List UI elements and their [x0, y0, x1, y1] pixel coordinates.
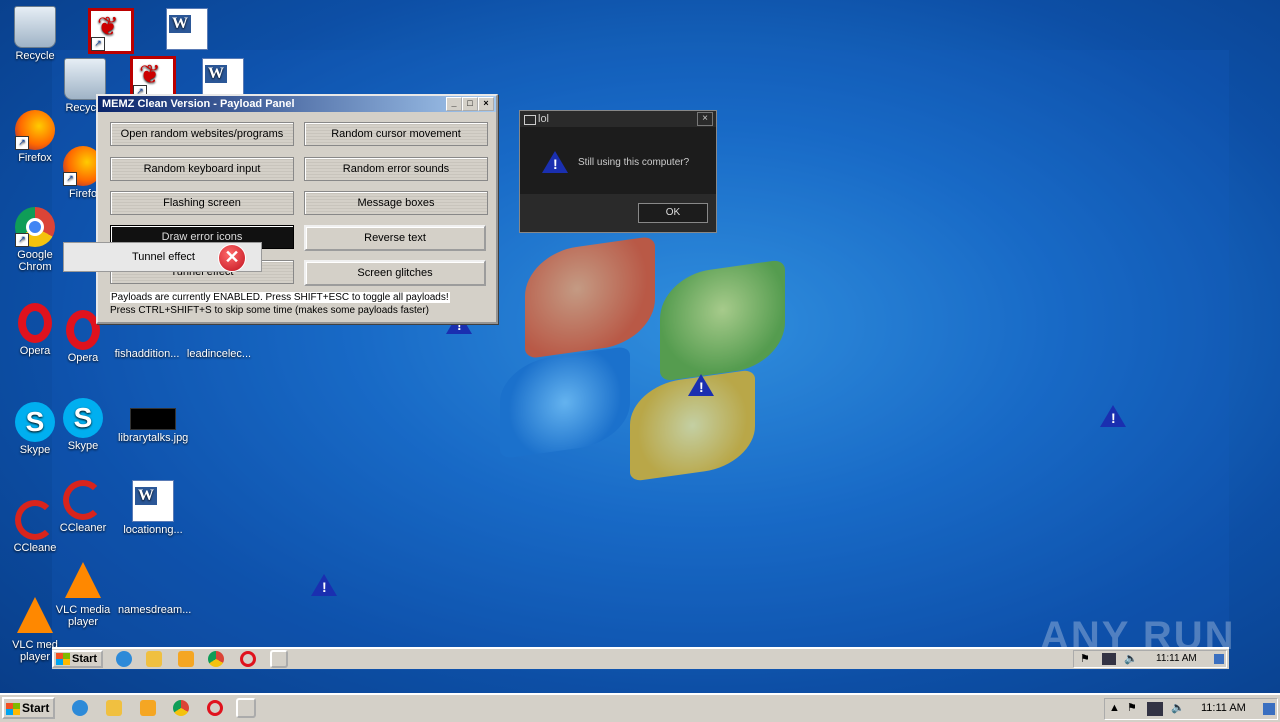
status-text-line-1: Payloads are currently ENABLED. Press SH…	[110, 292, 450, 303]
desktop-icon-pdf[interactable]: ↗	[76, 8, 146, 56]
lol-message-dialog: lol × Still using this computer? OK	[519, 110, 717, 233]
lol-dialog-title: lol	[538, 113, 550, 125]
vlc-icon	[65, 562, 101, 598]
payload-screen-glitches-button[interactable]: Screen glitches	[304, 260, 486, 286]
opera-icon	[18, 303, 52, 343]
opera-icon[interactable]	[207, 700, 223, 716]
payload-reverse-text-button[interactable]: Reverse text	[304, 225, 486, 251]
start-label: Start	[22, 701, 50, 715]
inner-icon-ccleaner[interactable]: CCleaner	[48, 480, 118, 534]
pdf-icon: ↗	[88, 8, 134, 54]
start-label: Start	[72, 653, 98, 665]
memz-taskbar-icon[interactable]	[270, 650, 288, 668]
windows-logo-icon	[56, 653, 70, 666]
firefox-icon: ↗	[15, 110, 55, 150]
media-player-icon[interactable]	[140, 700, 156, 716]
desktop-icon-word[interactable]	[152, 8, 222, 52]
memz-title-bar[interactable]: MEMZ Clean Version - Payload Panel _ □ ×	[98, 96, 496, 112]
desktop-icon-label: leadincelec...	[186, 348, 252, 360]
tunnel-effect-tooltip: Tunnel effect ✕	[63, 242, 262, 272]
desktop-icon-label: Opera	[67, 352, 99, 364]
network-icon[interactable]	[1147, 702, 1163, 716]
chrome-icon[interactable]	[208, 651, 224, 667]
opera-icon	[66, 310, 100, 350]
desktop-icon-recycle-bin[interactable]: Recycle	[0, 6, 70, 62]
desktop-icon-label: Skype	[67, 440, 99, 452]
chrome-icon: ↗	[15, 207, 55, 247]
payload-flashing-screen-button[interactable]: Flashing screen	[110, 191, 294, 215]
word-document-icon	[166, 8, 208, 50]
minimize-button[interactable]: _	[446, 97, 462, 111]
inner-icon-vlc[interactable]: VLC media player	[48, 562, 118, 628]
inner-icon-skype[interactable]: S Skype	[48, 398, 118, 452]
window-icon	[524, 115, 536, 125]
desktop-icon-label: Google Chrom	[17, 249, 53, 273]
ccleaner-icon	[63, 480, 103, 520]
payload-message-boxes-button[interactable]: Message boxes	[304, 191, 488, 215]
payload-random-keyboard-button[interactable]: Random keyboard input	[110, 157, 294, 181]
desktop-icon-label: CCleane	[13, 542, 57, 554]
desktop-icon-label: namesdream...	[118, 604, 192, 616]
clock[interactable]: 11:11 AM	[1201, 699, 1246, 717]
media-player-icon[interactable]	[178, 651, 194, 667]
memz-payload-panel: MEMZ Clean Version - Payload Panel _ □ ×…	[96, 94, 498, 324]
memz-window-title: MEMZ Clean Version - Payload Panel	[102, 98, 295, 110]
warning-icon	[688, 374, 714, 396]
show-hidden-icons-button[interactable]: ▲	[1109, 699, 1120, 717]
flag-icon[interactable]: ⚑	[1127, 699, 1137, 717]
desktop-icon-chrome[interactable]: ↗ Google Chrom	[0, 207, 70, 273]
memz-taskbar-icon[interactable]	[236, 698, 256, 718]
status-text-line-2: Press CTRL+SHIFT+S to skip some time (ma…	[110, 305, 429, 316]
outer-taskbar: Start ▲ ⚑ 🔈 11:11 AM	[0, 693, 1280, 722]
show-desktop-button[interactable]	[1263, 703, 1275, 715]
inner-icon-librarytalks[interactable]: librarytalks.jpg	[118, 398, 188, 444]
warning-icon	[1100, 405, 1126, 427]
payload-open-random-websites-button[interactable]: Open random websites/programs	[110, 122, 294, 146]
system-tray: ▲ ⚑ 🔈 11:11 AM	[1104, 698, 1278, 720]
close-button[interactable]: ×	[697, 112, 713, 126]
tooltip-text: Tunnel effect	[132, 251, 195, 263]
inner-icon-locationng[interactable]: locationng...	[118, 480, 188, 536]
chrome-icon[interactable]	[173, 700, 189, 716]
warning-icon	[311, 574, 337, 596]
recycle-bin-icon	[14, 6, 56, 48]
desktop-icon-label: locationng...	[123, 524, 183, 536]
error-icon: ✕	[218, 244, 246, 272]
image-thumbnail-icon	[130, 408, 176, 430]
desktop-icon-label: librarytalks.jpg	[118, 432, 189, 444]
opera-icon[interactable]	[240, 651, 256, 667]
desktop-icon-label: CCleaner	[59, 522, 107, 534]
internet-explorer-icon[interactable]	[72, 700, 88, 716]
lol-dialog-message: Still using this computer?	[578, 157, 690, 168]
ok-button[interactable]: OK	[638, 203, 708, 223]
desktop-icon-label: VLC media player	[55, 604, 111, 628]
close-button[interactable]: ×	[478, 97, 494, 111]
internet-explorer-icon[interactable]	[116, 651, 132, 667]
skype-icon: S	[63, 398, 103, 438]
volume-icon[interactable]: 🔈	[1171, 699, 1185, 717]
lol-title-bar[interactable]: lol ×	[520, 111, 716, 127]
warning-icon	[542, 151, 568, 173]
payload-random-error-sounds-button[interactable]: Random error sounds	[304, 157, 488, 181]
folder-icon[interactable]	[146, 651, 162, 667]
desktop-icon-label: fishaddition...	[114, 348, 180, 360]
word-document-icon	[132, 480, 174, 522]
windows-logo-icon	[6, 702, 20, 715]
folder-icon[interactable]	[106, 700, 122, 716]
anyrun-watermark: ANY RUN	[1040, 614, 1236, 658]
payload-random-cursor-button[interactable]: Random cursor movement	[304, 122, 488, 146]
inner-icon-namesdream[interactable]: namesdream...	[118, 604, 192, 616]
maximize-button[interactable]: □	[462, 97, 478, 111]
start-button[interactable]: Start	[2, 697, 56, 719]
inner-start-button[interactable]: Start	[52, 650, 104, 668]
